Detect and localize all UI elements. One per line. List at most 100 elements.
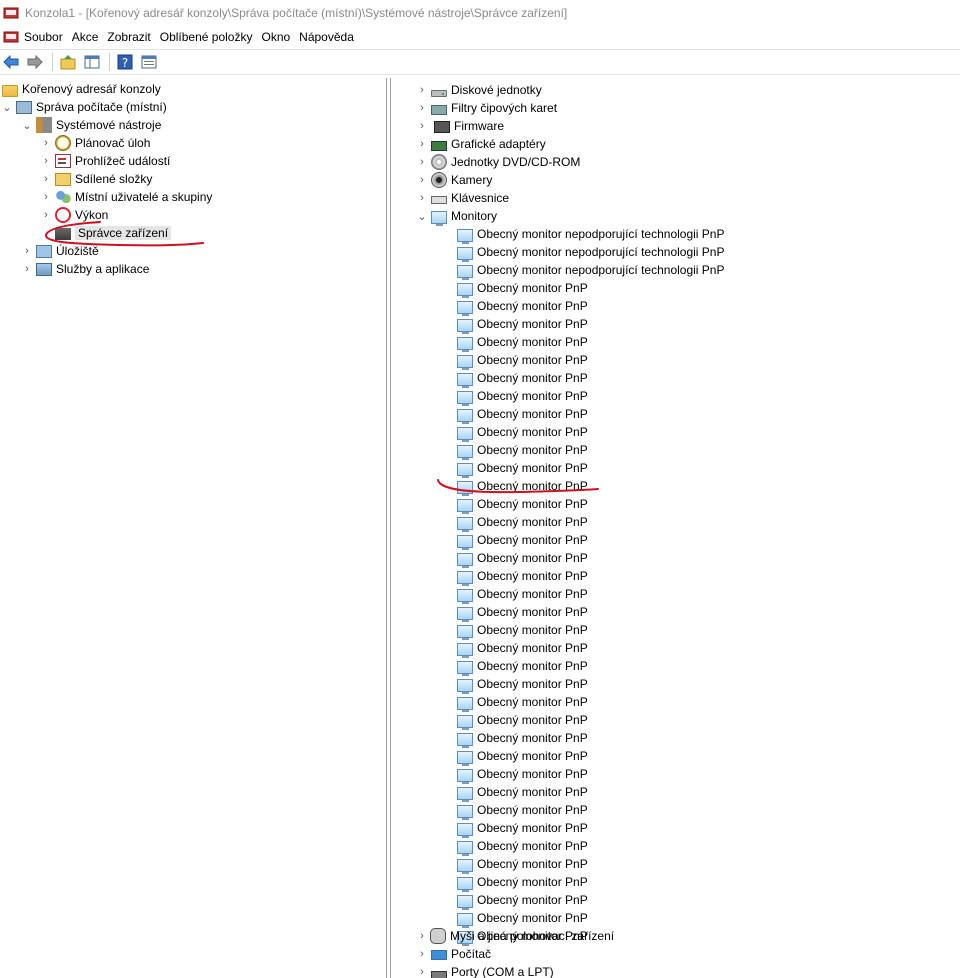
chevron-down-icon[interactable]: ⌄ bbox=[417, 207, 427, 225]
chevron-right-icon[interactable]: › bbox=[41, 206, 51, 224]
chevron-right-icon[interactable]: › bbox=[417, 945, 427, 963]
monitor-device-item[interactable]: Obecný monitor PnP bbox=[453, 405, 588, 424]
device-category[interactable]: › Filtry čipových karet bbox=[417, 99, 557, 117]
chevron-right-icon[interactable]: › bbox=[41, 134, 51, 152]
tree-item-task-scheduler[interactable]: › Plánovač úloh bbox=[41, 134, 150, 152]
monitor-device-item[interactable]: Obecný monitor nepodporující technologii… bbox=[453, 261, 724, 280]
device-tree-pane[interactable]: › Diskové jednotky › Filtry čipových kar… bbox=[390, 78, 960, 978]
device-category[interactable]: › Firmware bbox=[417, 117, 504, 135]
chevron-right-icon[interactable]: › bbox=[417, 963, 427, 978]
monitor-device-item[interactable]: Obecný monitor PnP bbox=[453, 513, 588, 532]
menu-napoveda[interactable]: Nápověda bbox=[299, 26, 361, 48]
monitor-device-item[interactable]: Obecný monitor PnP bbox=[453, 621, 588, 640]
monitor-device-item[interactable]: Obecný monitor PnP bbox=[453, 837, 588, 856]
device-category[interactable]: › Klávesnice bbox=[417, 189, 509, 207]
menu-okno[interactable]: Okno bbox=[261, 26, 297, 48]
monitor-device-item[interactable]: Obecný monitor PnP bbox=[453, 567, 588, 586]
monitor-device-item[interactable]: Obecný monitor PnP bbox=[453, 801, 588, 820]
show-hide-tree-icon[interactable] bbox=[81, 51, 103, 73]
tree-item-system-tools[interactable]: ⌄ Systémové nástroje bbox=[22, 116, 161, 134]
tree-item-shared-folders[interactable]: › Sdílené složky bbox=[41, 170, 152, 188]
up-folder-icon[interactable] bbox=[57, 51, 79, 73]
monitor-device-item[interactable]: Obecný monitor PnP bbox=[453, 495, 588, 514]
monitor-device-item[interactable]: Obecný monitor nepodporující technologii… bbox=[453, 243, 724, 262]
monitor-device-item[interactable]: Obecný monitor PnP bbox=[453, 549, 588, 568]
device-category[interactable]: › Myši a jiná polohovací zařízení bbox=[417, 927, 614, 945]
monitor-icon bbox=[457, 606, 473, 622]
monitor-device-item[interactable]: Obecný monitor PnP bbox=[453, 675, 588, 694]
back-arrow-icon[interactable] bbox=[0, 51, 22, 73]
monitor-device-item[interactable]: Obecný monitor PnP bbox=[453, 891, 588, 910]
monitor-device-item[interactable]: Obecný monitor PnP bbox=[453, 351, 588, 370]
chevron-right-icon[interactable]: › bbox=[417, 81, 427, 99]
chevron-right-icon[interactable]: › bbox=[417, 99, 427, 117]
monitor-device-label: Obecný monitor PnP bbox=[477, 659, 588, 673]
monitor-device-item[interactable]: Obecný monitor PnP bbox=[453, 909, 588, 928]
monitor-device-item[interactable]: Obecný monitor PnP bbox=[453, 279, 588, 298]
forward-arrow-icon[interactable] bbox=[24, 51, 46, 73]
chevron-down-icon[interactable]: ⌄ bbox=[2, 98, 12, 116]
menu-soubor[interactable]: Soubor bbox=[24, 26, 70, 48]
monitor-device-item[interactable]: Obecný monitor PnP bbox=[453, 855, 588, 874]
tree-item-services[interactable]: › Služby a aplikace bbox=[22, 260, 149, 278]
menu-zobrazit[interactable]: Zobrazit bbox=[107, 26, 157, 48]
tree-item-event-viewer[interactable]: › Prohlížeč událostí bbox=[41, 152, 170, 170]
monitor-device-item[interactable]: Obecný monitor PnP bbox=[453, 873, 588, 892]
chevron-right-icon[interactable]: › bbox=[417, 171, 427, 189]
monitor-device-item[interactable]: Obecný monitor PnP bbox=[453, 585, 588, 604]
tree-item-local-users[interactable]: › Místní uživatelé a skupiny bbox=[41, 188, 212, 206]
chevron-right-icon[interactable]: › bbox=[417, 927, 427, 945]
monitor-device-item[interactable]: Obecný monitor nepodporující technologii… bbox=[453, 225, 724, 244]
monitor-device-item[interactable]: Obecný monitor PnP bbox=[453, 729, 588, 748]
monitor-device-item[interactable]: Obecný monitor PnP bbox=[453, 639, 588, 658]
device-category[interactable]: › Jednotky DVD/CD-ROM bbox=[417, 153, 580, 171]
monitor-device-item[interactable]: Obecný monitor PnP bbox=[453, 747, 588, 766]
tree-item-computer-management[interactable]: ⌄ Správa počítače (místní) bbox=[2, 98, 166, 116]
monitor-device-item[interactable]: Obecný monitor PnP bbox=[453, 531, 588, 550]
monitor-device-item[interactable]: Obecný monitor PnP bbox=[453, 783, 588, 802]
device-category-monitors[interactable]: ⌄ Monitory bbox=[417, 207, 497, 226]
chevron-right-icon[interactable]: › bbox=[22, 242, 32, 260]
monitor-device-item[interactable]: Obecný monitor PnP bbox=[453, 315, 588, 334]
device-category[interactable]: › Diskové jednotky bbox=[417, 81, 542, 99]
chevron-right-icon[interactable]: › bbox=[417, 189, 427, 207]
console-tree-pane[interactable]: Kořenový adresář konzoly ⌄ Správa počíta… bbox=[0, 78, 387, 978]
monitor-device-item[interactable]: Obecný monitor PnP bbox=[453, 603, 588, 622]
chevron-right-icon[interactable]: › bbox=[22, 260, 32, 278]
tree-item-storage[interactable]: › Úložiště bbox=[22, 242, 99, 260]
monitor-device-item[interactable]: Obecný monitor PnP bbox=[453, 459, 588, 478]
monitor-device-item[interactable]: Obecný monitor PnP bbox=[453, 441, 588, 460]
tree-item-root[interactable]: Kořenový adresář konzoly bbox=[2, 80, 161, 98]
monitor-device-item[interactable]: Obecný monitor PnP bbox=[453, 657, 588, 676]
chevron-right-icon[interactable]: › bbox=[417, 117, 427, 135]
help-icon[interactable]: ? bbox=[114, 51, 136, 73]
dvd-icon bbox=[431, 154, 447, 170]
monitor-device-item[interactable]: Obecný monitor PnP bbox=[453, 711, 588, 730]
monitor-device-item[interactable]: Obecný monitor PnP bbox=[453, 333, 588, 352]
device-category[interactable]: › Kamery bbox=[417, 171, 492, 189]
chevron-right-icon[interactable]: › bbox=[41, 152, 51, 170]
properties-icon[interactable] bbox=[138, 51, 160, 73]
chevron-right-icon[interactable]: › bbox=[41, 170, 51, 188]
monitor-device-item[interactable]: Obecný monitor PnP bbox=[453, 369, 588, 388]
chevron-right-icon[interactable]: › bbox=[417, 153, 427, 171]
monitor-device-item[interactable]: Obecný monitor PnP bbox=[453, 423, 588, 442]
device-category[interactable]: › Grafické adaptéry bbox=[417, 135, 546, 153]
chevron-down-icon[interactable]: ⌄ bbox=[22, 116, 32, 134]
monitor-device-item[interactable]: Obecný monitor PnP bbox=[453, 387, 588, 406]
menu-oblibene-polozky[interactable]: Oblíbené položky bbox=[160, 26, 260, 48]
chevron-right-icon[interactable]: › bbox=[41, 188, 51, 206]
console-menu-icon[interactable] bbox=[3, 29, 19, 45]
tree-item-performance[interactable]: › Výkon bbox=[41, 206, 108, 224]
monitor-device-item[interactable]: Obecný monitor PnP bbox=[453, 765, 588, 784]
monitor-icon bbox=[457, 372, 473, 388]
monitor-device-item[interactable]: Obecný monitor PnP bbox=[453, 297, 588, 316]
device-category[interactable]: › Počítač bbox=[417, 945, 491, 963]
monitor-device-item[interactable]: Obecný monitor PnP bbox=[453, 477, 588, 496]
monitor-device-item[interactable]: Obecný monitor PnP bbox=[453, 693, 588, 712]
device-category[interactable]: › Porty (COM a LPT) bbox=[417, 963, 554, 978]
monitor-device-item[interactable]: Obecný monitor PnP bbox=[453, 819, 588, 838]
chevron-right-icon[interactable]: › bbox=[417, 135, 427, 153]
menu-akce[interactable]: Akce bbox=[72, 26, 106, 48]
tree-item-device-manager[interactable]: Správce zařízení bbox=[51, 224, 172, 242]
